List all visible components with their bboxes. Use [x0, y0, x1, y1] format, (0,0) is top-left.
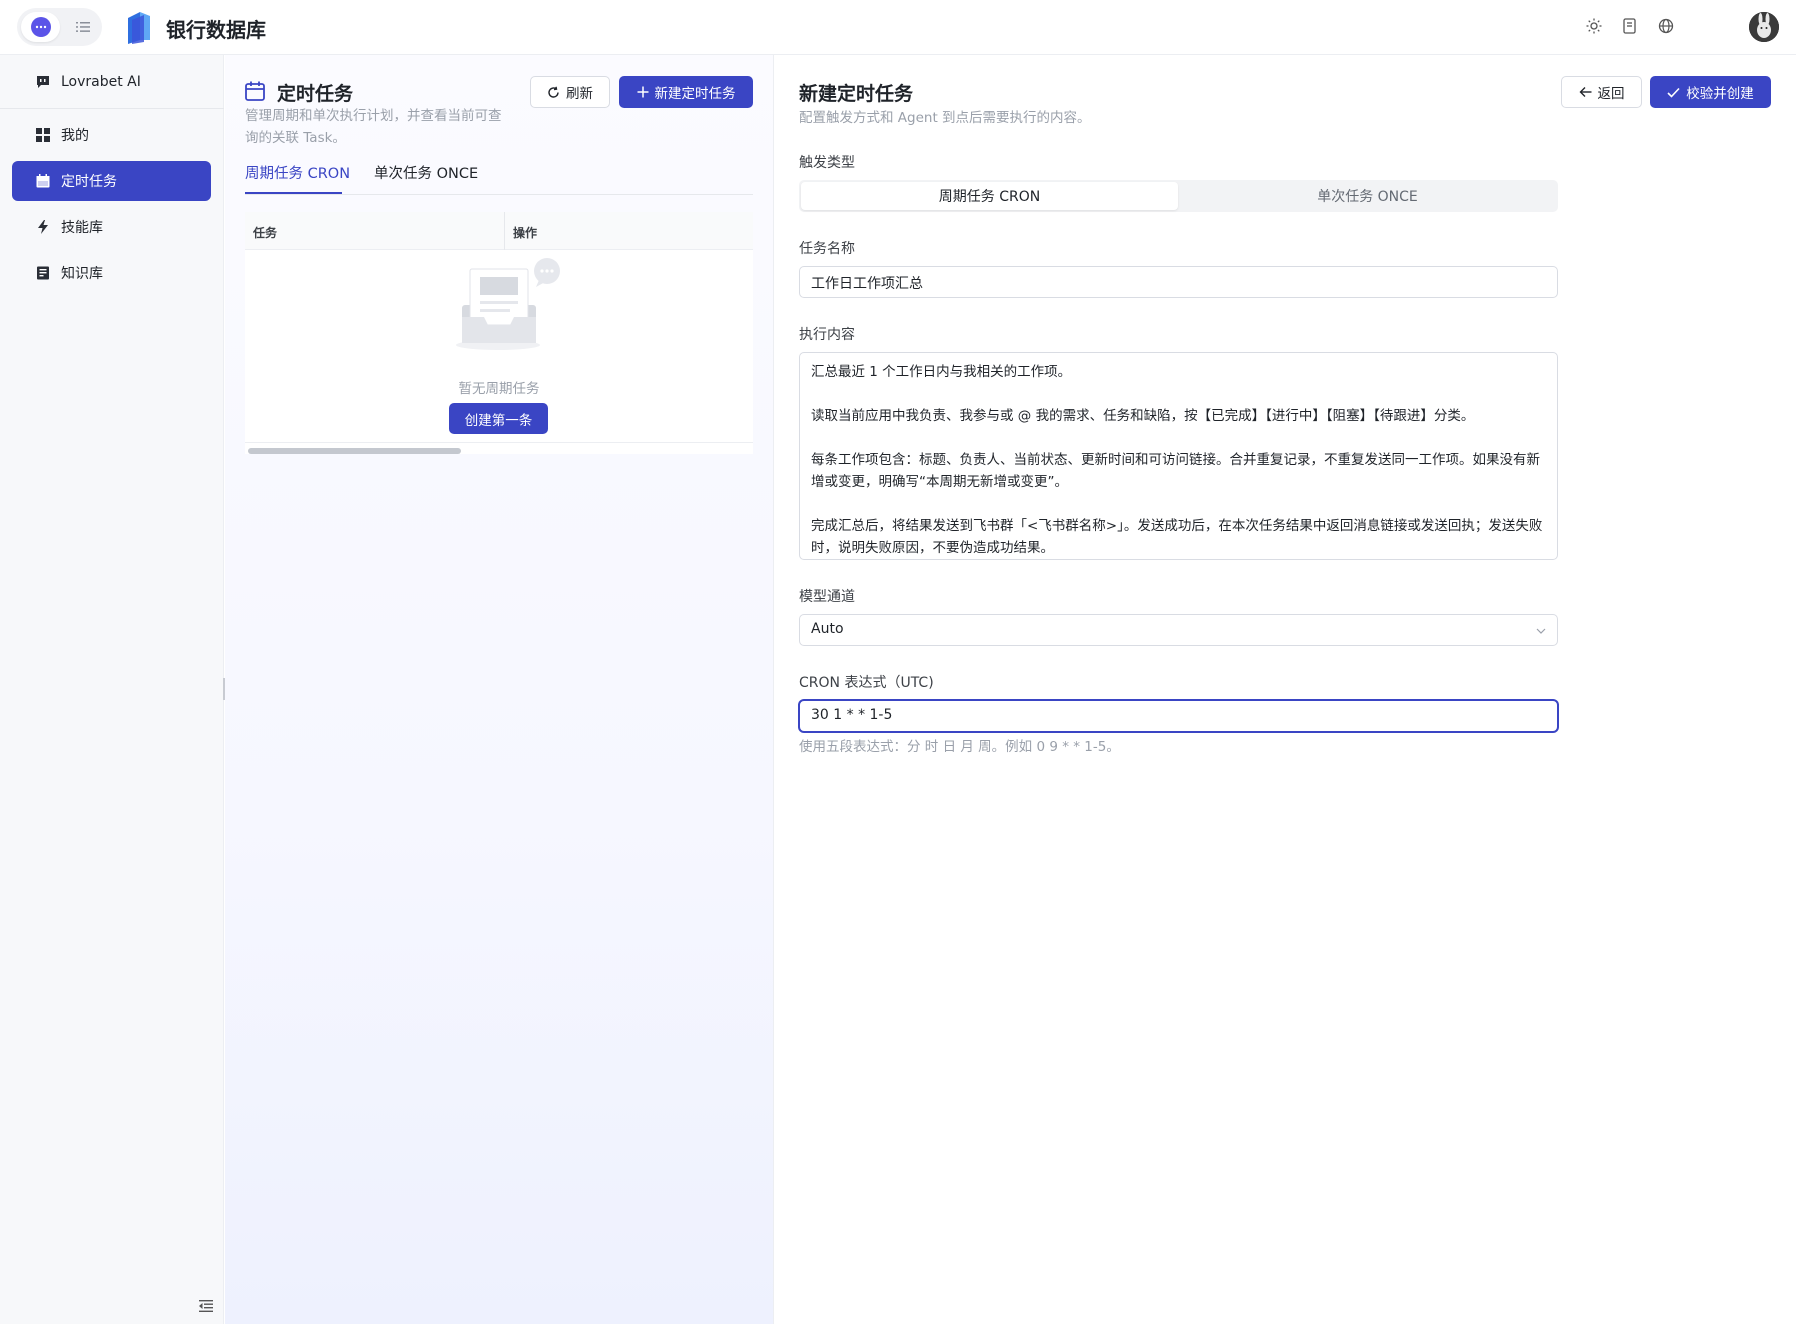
list-mode-button[interactable] [68, 12, 98, 42]
book-icon [35, 265, 51, 281]
sidebar: Lovrabet AI 我的 定时任务 技能库 知识库 [0, 55, 224, 1324]
column-header-actions: 操作 [513, 226, 538, 240]
page-title: 定时任务 [277, 83, 354, 105]
task-name-input[interactable]: 工作日工作项汇总 [799, 266, 1558, 298]
content-paragraph: 完成汇总后，将结果发送到飞书群「<飞书群名称>」。发送成功后，在本次任务结果中返… [811, 518, 1543, 556]
empty-state-text: 暂无周期任务 [458, 381, 540, 397]
horizontal-scrollbar[interactable] [248, 448, 461, 454]
validate-create-button[interactable]: 校验并创建 [1650, 76, 1771, 108]
sidebar-divider [0, 108, 224, 109]
task-list-panel: 定时任务 管理周期和单次执行计划，并查看当前可查询的关联 Task。 刷新 新建… [225, 55, 774, 1324]
calendar-icon [35, 173, 51, 189]
sidebar-item-skills[interactable]: 技能库 [12, 207, 211, 247]
sidebar-item-label: 定时任务 [61, 174, 117, 190]
calendar-icon [244, 80, 266, 102]
sidebar-item-scheduled-tasks[interactable]: 定时任务 [12, 161, 211, 201]
sidebar-collapse-icon[interactable] [199, 1300, 215, 1314]
page-description: 管理周期和单次执行计划，并查看当前可查询的关联 Task。 [245, 108, 502, 146]
table-header: 任务 操作 [245, 212, 753, 250]
content-textarea[interactable]: 汇总最近 1 个工作日内与我相关的工作项。 读取当前应用中我负责、我参与或 @ … [799, 352, 1558, 560]
chat-bubble-icon [35, 74, 51, 90]
chat-mode-button[interactable] [21, 12, 60, 42]
check-icon [1667, 87, 1680, 98]
empty-inbox-icon [454, 257, 566, 355]
view-mode-toggle [17, 8, 102, 46]
list-icon [76, 22, 90, 32]
content-paragraph: 读取当前应用中我负责、我参与或 @ 我的需求、任务和缺陷，按【已完成】【进行中】… [811, 408, 1475, 424]
app-logo-icon [122, 10, 154, 46]
back-button[interactable]: 返回 [1561, 76, 1642, 108]
content-paragraph: 每条工作项包含：标题、负责人、当前状态、更新时间和可访问链接。合并重复记录，不重… [811, 452, 1540, 490]
sidebar-item-label: 知识库 [61, 266, 103, 282]
app-title: 银行数据库 [166, 18, 266, 42]
sidebar-item-label: 我的 [61, 128, 89, 144]
globe-icon[interactable] [1656, 16, 1676, 36]
new-task-button[interactable]: 新建定时任务 [619, 76, 753, 108]
trigger-option-once[interactable]: 单次任务 ONCE [1179, 182, 1556, 210]
cron-label: CRON 表达式（UTC) [799, 675, 934, 691]
grid-icon [35, 127, 51, 143]
tab-cron[interactable]: 周期任务 CRON [245, 162, 350, 183]
form-subtitle: 配置触发方式和 Agent 到点后需要执行的内容。 [799, 110, 1091, 126]
document-icon[interactable] [1620, 16, 1640, 36]
task-table: 任务 操作 暂无周期任务 创建第一条 [245, 212, 753, 454]
sidebar-item-label: 技能库 [61, 220, 103, 236]
sidebar-item-lovrabet-ai[interactable]: Lovrabet AI [12, 62, 211, 102]
active-tab-indicator [245, 192, 342, 194]
column-header-task: 任务 [253, 226, 278, 240]
task-name-label: 任务名称 [799, 241, 855, 257]
cron-input[interactable]: 30 1 * * 1-5 [799, 700, 1558, 732]
refresh-button[interactable]: 刷新 [530, 76, 610, 108]
user-avatar[interactable] [1749, 12, 1779, 42]
content-label: 执行内容 [799, 327, 855, 343]
create-task-form: 新建定时任务 配置触发方式和 Agent 到点后需要执行的内容。 返回 校验并创… [775, 55, 1796, 1324]
form-title: 新建定时任务 [799, 83, 914, 105]
theme-toggle-icon[interactable] [1584, 16, 1604, 36]
tab-once[interactable]: 单次任务 ONCE [374, 162, 478, 183]
model-channel-label: 模型通道 [799, 589, 855, 605]
sidebar-item-knowledge[interactable]: 知识库 [12, 253, 211, 293]
trigger-option-cron[interactable]: 周期任务 CRON [801, 182, 1178, 210]
create-first-button[interactable]: 创建第一条 [449, 403, 548, 434]
trigger-type-label: 触发类型 [799, 155, 855, 171]
sidebar-item-mine[interactable]: 我的 [12, 115, 211, 155]
column-resize-handle[interactable] [504, 212, 505, 250]
arrow-left-icon [1579, 87, 1591, 97]
task-type-tabs: 周期任务 CRON 单次任务 ONCE [245, 152, 753, 195]
refresh-icon [548, 86, 559, 98]
chat-bubble-icon [30, 17, 51, 37]
plus-icon [637, 86, 648, 98]
trigger-type-segmented: 周期任务 CRON 单次任务 ONCE [799, 180, 1558, 212]
chevron-down-icon [1535, 625, 1547, 637]
bolt-icon [35, 219, 51, 235]
model-channel-select[interactable]: Auto [799, 614, 1558, 646]
table-divider [245, 442, 753, 443]
cron-hint: 使用五段表达式：分 时 日 月 周。例如 0 9 * * 1-5。 [799, 739, 1120, 755]
content-paragraph: 汇总最近 1 个工作日内与我相关的工作项。 [811, 364, 1072, 380]
sidebar-item-label: Lovrabet AI [61, 74, 141, 90]
top-bar: 银行数据库 [0, 0, 1796, 55]
